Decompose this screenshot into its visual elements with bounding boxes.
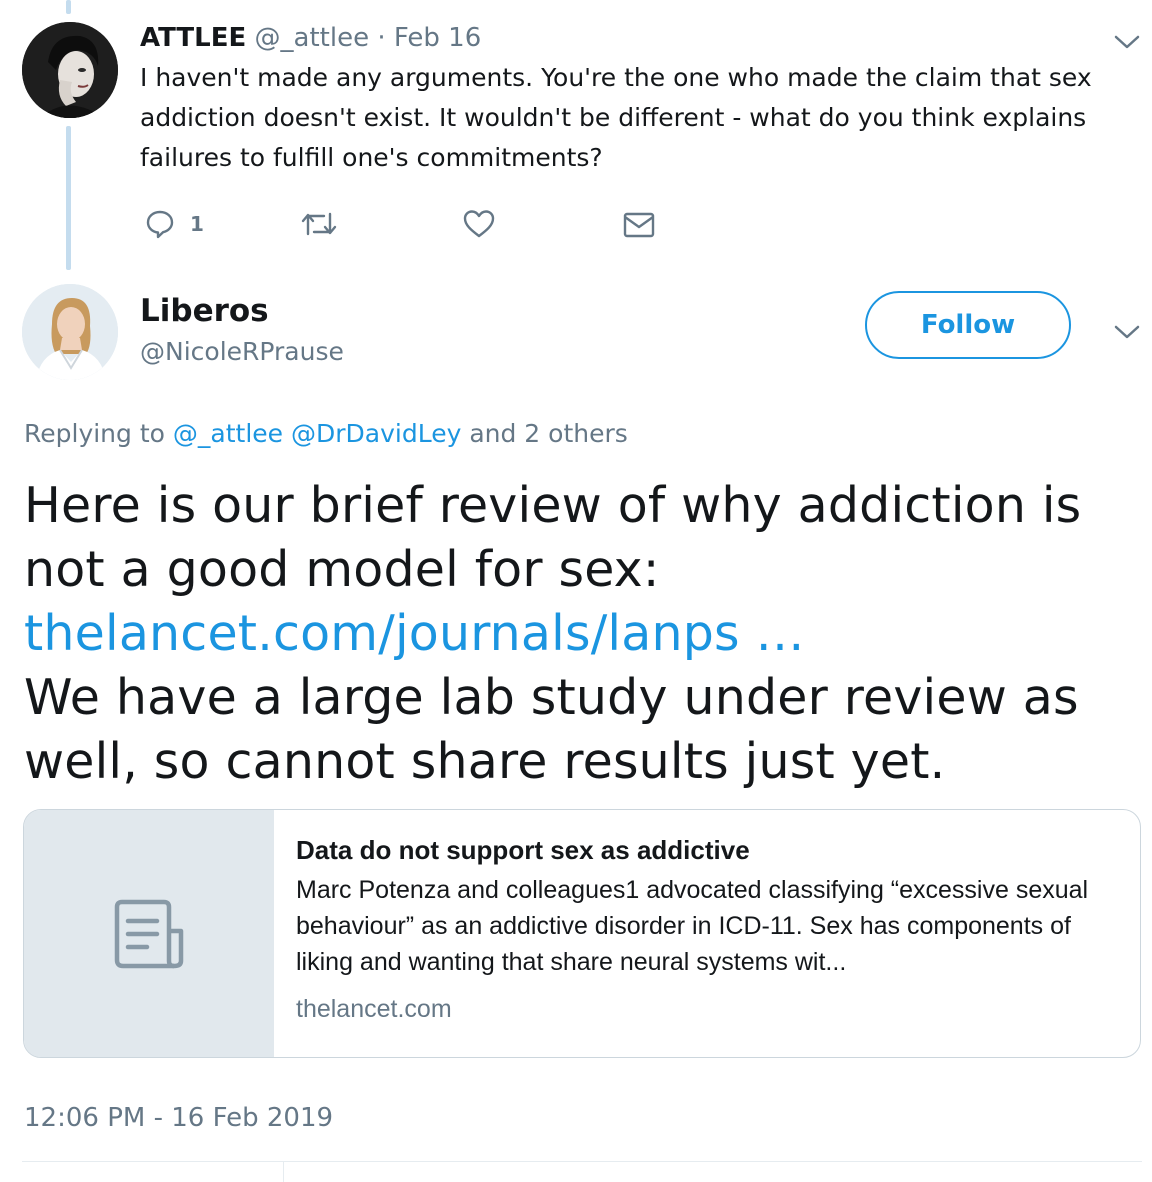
- thread-line: [66, 126, 71, 270]
- tweet-text-part-2: We have a large lab study under review a…: [24, 669, 1079, 790]
- avatar-portrait-image: [22, 22, 118, 118]
- reply-button[interactable]: 1: [144, 200, 204, 248]
- author-handle[interactable]: @_attlee: [255, 23, 370, 53]
- article-link-text: thelancet.com/journals/lanps: [24, 605, 740, 662]
- tweet-timestamp[interactable]: 12:06 PM - 16 Feb 2019: [24, 1100, 333, 1136]
- follow-button[interactable]: Follow: [865, 291, 1071, 359]
- heart-icon: [463, 210, 495, 238]
- article-link[interactable]: thelancet.com/journals/lanps …: [24, 605, 805, 662]
- reply-count: 1: [190, 212, 204, 236]
- retweet-button[interactable]: [300, 200, 338, 248]
- document-icon: [114, 899, 184, 968]
- envelope-icon: [623, 212, 655, 238]
- divider: [22, 1161, 1142, 1162]
- reply-tweet-header: ATTLEE @_attlee · Feb 16: [140, 22, 481, 54]
- tweet-actions: 1: [140, 200, 700, 248]
- replying-to: Replying to @_attlee @DrDavidLey and 2 o…: [24, 416, 628, 452]
- reply-tweet-text: I haven't made any arguments. You're the…: [140, 63, 1092, 172]
- card-body: Data do not support sex as addictive Mar…: [296, 832, 1116, 1026]
- reply-icon: [146, 210, 174, 239]
- thread-line-top: [66, 0, 71, 14]
- card-domain: thelancet.com: [296, 995, 452, 1023]
- mention-link[interactable]: @_attlee: [173, 419, 283, 448]
- author-name[interactable]: ATTLEE: [140, 23, 246, 53]
- card-thumbnail: [24, 810, 274, 1057]
- divider: [283, 1162, 284, 1182]
- like-button[interactable]: [462, 200, 496, 248]
- author-name[interactable]: Liberos: [140, 292, 344, 330]
- avatar-nicole[interactable]: [22, 284, 118, 380]
- main-tweet-author: Liberos @NicoleRPrause: [140, 292, 344, 370]
- link-preview-card[interactable]: Data do not support sex as addictive Mar…: [23, 809, 1141, 1058]
- link-ellipsis: …: [739, 605, 805, 662]
- card-title: Data do not support sex as addictive: [296, 835, 750, 865]
- avatar-attlee[interactable]: [22, 22, 118, 118]
- tweet-menu-chevron-icon[interactable]: [1113, 322, 1141, 342]
- avatar-portrait-image: [22, 284, 118, 380]
- direct-message-button[interactable]: [622, 200, 656, 248]
- replying-others[interactable]: and 2 others: [469, 419, 627, 448]
- replying-prefix: Replying to: [24, 419, 165, 448]
- tweet-menu-chevron-icon[interactable]: [1113, 32, 1141, 52]
- mention-link[interactable]: @DrDavidLey: [291, 419, 461, 448]
- tweet-text-part-1: Here is our brief review of why addictio…: [24, 477, 1082, 598]
- retweet-icon: [301, 212, 337, 236]
- main-tweet-text: Here is our brief review of why addictio…: [24, 474, 1124, 794]
- tweet-date[interactable]: · Feb 16: [377, 23, 481, 53]
- author-handle[interactable]: @NicoleRPrause: [140, 334, 344, 370]
- card-description: Marc Potenza and colleagues1 advocated c…: [296, 876, 1089, 976]
